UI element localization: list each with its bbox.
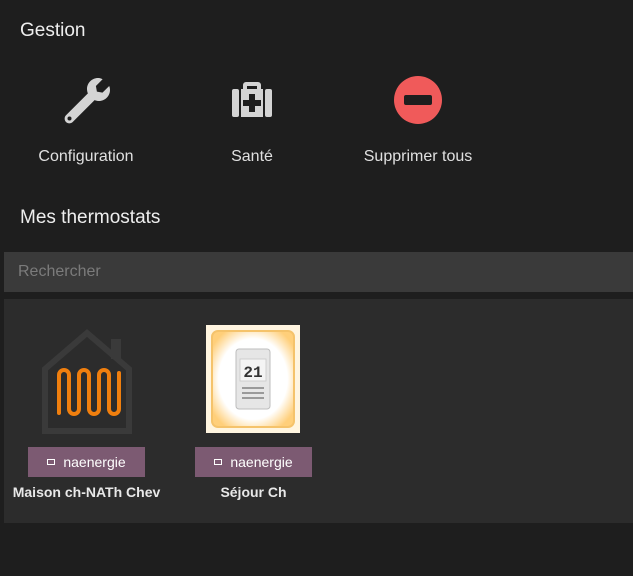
search-input[interactable] <box>4 252 633 292</box>
page: Gestion Configuration Santé Supprimer to… <box>0 0 633 576</box>
sante-label: Santé <box>231 148 273 165</box>
thermostat-grid: naenergie Maison ch-NATh Chev 21 naenerg… <box>4 299 633 523</box>
thermostat-display-value: 21 <box>243 364 262 382</box>
house-heating-icon <box>39 325 135 435</box>
section-title-gestion: Gestion <box>20 20 86 41</box>
tag-label: naenergie <box>63 454 126 470</box>
delete-all-label: Supprimer tous <box>363 148 473 165</box>
medical-kit-icon <box>224 72 280 128</box>
tag-badge: naenergie <box>28 447 145 477</box>
thermostat-name: Séjour Ch <box>220 484 287 500</box>
tag-icon <box>214 459 223 465</box>
configuration-label: Configuration <box>38 148 134 165</box>
thermostat-name: Maison ch-NATh Chev <box>12 484 161 500</box>
tag-badge: naenergie <box>195 447 312 477</box>
thermostat-device-image: 21 <box>206 325 300 433</box>
sante-button[interactable]: Santé <box>172 72 332 166</box>
section-title-thermostats: Mes thermostats <box>20 207 161 228</box>
delete-all-button[interactable]: Supprimer tous <box>338 72 498 166</box>
minus-circle-icon <box>390 72 446 128</box>
wrench-icon <box>58 72 114 128</box>
tag-label: naenergie <box>230 454 293 470</box>
configuration-button[interactable]: Configuration <box>6 72 166 166</box>
tag-icon <box>47 459 56 465</box>
